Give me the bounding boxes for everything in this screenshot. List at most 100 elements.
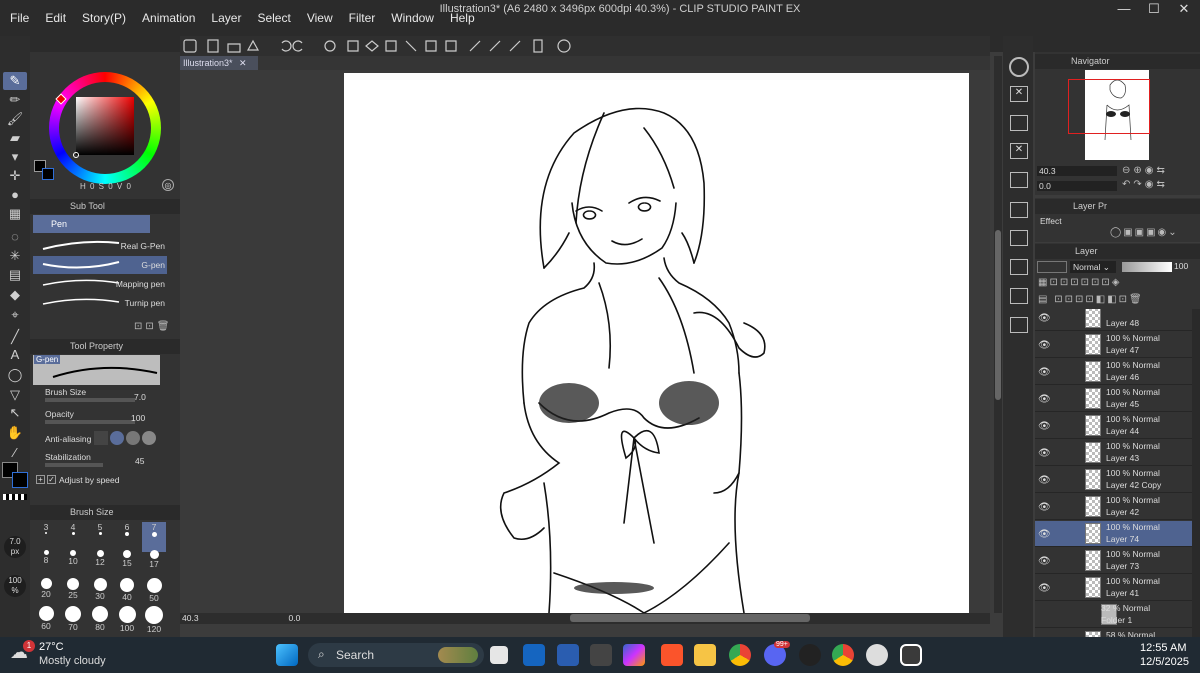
layer-search-icon[interactable] [1010, 230, 1028, 246]
brush-size-value[interactable]: 7.0 [134, 392, 146, 402]
app-sketchup-icon[interactable] [523, 644, 545, 666]
layer-name[interactable]: Layer 48 [1106, 318, 1139, 328]
layer-row[interactable]: 👁 100 % Normal Layer 46 [1035, 359, 1192, 385]
fill-tool-icon[interactable]: ◆ [3, 286, 27, 304]
task-view-icon[interactable] [490, 646, 508, 664]
layer-row[interactable]: 👁 100 % Normal Layer 44 [1035, 413, 1192, 439]
history-icon[interactable] [1010, 115, 1028, 131]
brush-size-preset[interactable]: 12 [88, 550, 112, 580]
tab-close-icon[interactable]: ✕ [239, 58, 247, 68]
canvas-vscroll-thumb[interactable] [995, 230, 1001, 400]
brush-size-preset[interactable]: 40 [115, 578, 139, 608]
layer-name[interactable]: Layer 42 [1106, 507, 1139, 517]
aa-mid-icon[interactable] [126, 431, 140, 445]
timeline-icon[interactable] [1010, 288, 1028, 304]
brush-size-preset[interactable]: 7 [142, 522, 166, 552]
navigator-controls[interactable]: ⊖⊕◉⇆ ↶↷◉⇆ [1122, 164, 1198, 192]
layer-name[interactable]: Layer 45 [1106, 399, 1139, 409]
layer-row[interactable]: 58 % Normal [1035, 629, 1192, 637]
taskbar-search[interactable]: ⌕ Search [308, 643, 484, 667]
layer-visibility-icon[interactable]: 👁 [1038, 475, 1051, 486]
opacity-value[interactable]: 100 [131, 413, 145, 423]
subtool-actions-icon[interactable]: ⊡⊡🗑 [134, 321, 174, 333]
layer-row[interactable]: 👁 100 % Normal Layer 74 [1035, 521, 1192, 547]
blend-mode-select[interactable]: Normal ⌄ [1070, 261, 1116, 273]
pen-tool-icon[interactable]: ✎ [3, 72, 27, 90]
status-rotate[interactable]: 0.0 [289, 613, 301, 623]
item-bank-icon[interactable] [1010, 202, 1028, 218]
adjust-speed-checkbox[interactable]: ✓ [47, 475, 56, 484]
frame-tool-icon[interactable]: ▽ [3, 386, 27, 404]
brush-size-preset[interactable]: 15 [115, 550, 139, 580]
app-copilot-icon[interactable] [623, 644, 645, 666]
aa-none-icon[interactable] [94, 431, 108, 445]
app-chrome3-icon[interactable] [832, 644, 854, 666]
value-marker[interactable] [73, 152, 79, 158]
layer-color-toggle[interactable] [1037, 261, 1067, 273]
layer-name[interactable]: Layer 41 [1106, 588, 1139, 598]
layer-visibility-icon[interactable]: 👁 [1038, 340, 1051, 351]
layer-name[interactable]: Layer 47 [1106, 345, 1139, 355]
grid-tool-icon[interactable]: ▦ [3, 205, 27, 223]
app-chrome-icon[interactable] [729, 644, 751, 666]
brush-size-slider[interactable] [45, 398, 135, 402]
brush-size-preset[interactable]: 17 [142, 550, 166, 580]
brush-tool-icon[interactable]: 🖌 [3, 110, 27, 128]
text-tool-icon[interactable]: A [3, 346, 27, 364]
maximize-icon[interactable]: ☐ [1140, 0, 1168, 18]
layer-row[interactable]: 👁 Layer 48 [1035, 309, 1192, 331]
layer-visibility-icon[interactable]: 👁 [1038, 583, 1051, 594]
layer-visibility-icon[interactable]: 👁 [1038, 421, 1051, 432]
line-tool-icon[interactable]: ╱ [3, 328, 27, 346]
app-files-icon[interactable] [694, 644, 716, 666]
app-chrome2-icon[interactable] [799, 644, 821, 666]
brush-size-preset[interactable]: 100 [115, 606, 139, 636]
layer-scrollbar[interactable] [1192, 309, 1200, 637]
layer-row[interactable]: 32 % Normal Folder 1 [1035, 602, 1192, 628]
navigator-angle[interactable]: 0.0 [1037, 181, 1117, 191]
menu-edit[interactable]: Edit [45, 0, 66, 44]
antialias-options[interactable] [94, 431, 158, 445]
opacity-slider[interactable] [45, 420, 135, 424]
layer-visibility-icon[interactable]: 👁 [1038, 313, 1051, 324]
expand-icon[interactable]: + [36, 475, 45, 484]
brush-size-preset[interactable]: 80 [88, 606, 112, 636]
brush-size-preset[interactable]: 20 [34, 578, 58, 608]
brush-size-preset[interactable]: 25 [61, 578, 85, 608]
pencil-tool-icon[interactable]: ✏ [3, 91, 27, 109]
balloon-tool-icon[interactable]: ◯ [3, 366, 27, 384]
color-sub-small[interactable] [42, 168, 54, 180]
canvas-paper[interactable] [344, 73, 969, 613]
brush-size-preset[interactable]: 6 [115, 522, 139, 552]
brush-turnip-pen[interactable]: Turnip pen [33, 294, 167, 312]
layer-visibility-icon[interactable]: 👁 [1038, 394, 1051, 405]
layer-name[interactable]: Layer 73 [1106, 561, 1139, 571]
brush-size-preset[interactable]: 30 [88, 578, 112, 608]
close-icon[interactable]: ✕ [1170, 0, 1198, 18]
app-brave-icon[interactable] [661, 644, 683, 666]
layer-name[interactable]: Layer 74 [1106, 534, 1139, 544]
search-icon[interactable] [1009, 57, 1029, 77]
layer-row[interactable]: 👁 100 % Normal Layer 45 [1035, 386, 1192, 412]
brush-real-gpen[interactable]: Real G-Pen [33, 237, 167, 255]
saturation-square[interactable] [76, 97, 134, 155]
transparent-swatch[interactable] [3, 494, 27, 500]
sub-color-swatch[interactable] [12, 472, 28, 488]
app-clipstudio2-icon[interactable] [866, 644, 888, 666]
layer-row[interactable]: 👁 100 % Normal Layer 47 [1035, 332, 1192, 358]
quick-access-icon[interactable] [1010, 259, 1028, 275]
app-unity-icon[interactable] [590, 644, 612, 666]
layer-visibility-icon[interactable]: 👁 [1038, 367, 1051, 378]
gradient-tool-icon[interactable]: ▤ [3, 266, 27, 284]
layer-visibility-icon[interactable]: 👁 [1038, 529, 1051, 540]
layer-name[interactable]: Folder 1 [1101, 615, 1132, 625]
doc-tab[interactable]: Illustration3* ✕ [180, 56, 258, 70]
layer-row[interactable]: 👁 100 % Normal Layer 42 [1035, 494, 1192, 520]
brush-size-preset[interactable]: 60 [34, 606, 58, 636]
app-csp-active-icon[interactable] [900, 644, 922, 666]
eraser-tool-icon[interactable]: ▰ [3, 129, 27, 147]
brush-size-preset[interactable]: 50 [142, 578, 166, 608]
navigator-viewport[interactable] [1068, 79, 1150, 134]
material-icon[interactable]: ✕ [1010, 86, 1028, 102]
brush-size-preset[interactable]: 10 [61, 550, 85, 580]
